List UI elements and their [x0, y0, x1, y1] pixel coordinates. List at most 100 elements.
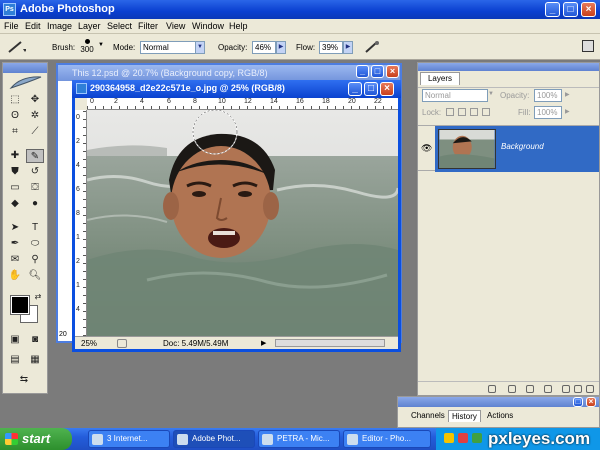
document-title-bar[interactable]: 290364958_d2e22c571e_o.jpg @ 25% (RGB/8)…: [72, 80, 401, 98]
background-document-maximize-button[interactable]: □: [371, 65, 384, 78]
tray-icon-1[interactable]: [444, 433, 454, 443]
history-brush-tool-icon[interactable]: ↺: [26, 165, 44, 179]
history-palette-minimize-button[interactable]: □: [573, 397, 583, 407]
opacity-input[interactable]: 46%: [252, 41, 276, 54]
type-tool-icon[interactable]: T: [26, 221, 44, 235]
hand-tool-icon[interactable]: ✋: [6, 269, 24, 283]
menu-help[interactable]: Help: [229, 21, 248, 31]
layer-blend-mode-select[interactable]: Normal: [422, 89, 488, 102]
brush-tool-icon[interactable]: ✎: [26, 149, 44, 163]
tab-history[interactable]: History: [448, 410, 481, 422]
paint-bucket-tool-icon[interactable]: ⛋: [26, 181, 44, 195]
status-menu-arrow-icon[interactable]: ▶: [261, 339, 266, 347]
blur-tool-icon[interactable]: ◆: [6, 197, 24, 211]
tab-actions[interactable]: Actions: [484, 410, 516, 421]
layer-row[interactable]: 👁︎ Background: [418, 125, 599, 172]
mode-dropdown-arrow-icon[interactable]: ▼: [195, 41, 205, 54]
opacity-slider-arrow-icon[interactable]: ▶: [276, 41, 286, 54]
document-window[interactable]: 290364958_d2e22c571e_o.jpg @ 25% (RGB/8)…: [72, 80, 401, 352]
airbrush-icon[interactable]: [364, 40, 380, 54]
mode-select[interactable]: Normal: [140, 41, 196, 54]
new-group-icon[interactable]: [562, 385, 570, 393]
start-button[interactable]: start: [0, 428, 72, 450]
swap-colors-icon[interactable]: ⇄: [29, 290, 47, 304]
shape-tool-icon[interactable]: ⬭: [26, 237, 44, 251]
lock-image-icon[interactable]: [458, 108, 466, 116]
move-tool-icon[interactable]: ✥: [26, 93, 44, 107]
crop-tool-icon[interactable]: ⌗: [6, 125, 24, 139]
lock-all-icon[interactable]: [482, 108, 490, 116]
maximize-button[interactable]: □: [563, 2, 578, 17]
background-document-close-button[interactable]: ×: [386, 65, 399, 78]
foreground-color-swatch[interactable]: [10, 295, 30, 315]
magic-wand-tool-icon[interactable]: ✲: [26, 109, 44, 123]
minimize-button[interactable]: _: [545, 2, 560, 17]
jump-to-imageready-icon[interactable]: ⇆: [15, 373, 33, 387]
menu-file[interactable]: File: [4, 21, 19, 31]
tab-layers[interactable]: Layers: [420, 72, 460, 85]
eyedropper-tool-icon[interactable]: ⚲: [26, 253, 44, 267]
notes-tool-icon[interactable]: ✉: [6, 253, 24, 267]
palette-well-icon[interactable]: [582, 40, 594, 52]
document-close-button[interactable]: ×: [380, 82, 394, 96]
layer-visibility-eye-icon[interactable]: 👁︎: [421, 143, 433, 155]
menu-layer[interactable]: Layer: [78, 21, 101, 31]
layer-mask-icon[interactable]: [526, 385, 534, 393]
new-layer-icon[interactable]: [574, 385, 582, 393]
menu-window[interactable]: Window: [192, 21, 224, 31]
dodge-tool-icon[interactable]: ●: [26, 197, 44, 211]
brush-dropdown-arrow-icon[interactable]: ▼: [98, 42, 104, 48]
flow-input[interactable]: 39%: [319, 41, 343, 54]
lasso-tool-icon[interactable]: ʘ: [6, 109, 24, 123]
pen-tool-icon[interactable]: ✒: [6, 237, 24, 251]
menu-image[interactable]: Image: [47, 21, 72, 31]
menu-select[interactable]: Select: [107, 21, 132, 31]
standard-mode-icon[interactable]: ▣: [6, 333, 24, 347]
background-document-minimize-button[interactable]: _: [356, 65, 369, 78]
document-maximize-button[interactable]: □: [364, 82, 378, 96]
lock-position-icon[interactable]: [470, 108, 478, 116]
screen-mode-standard-icon[interactable]: ▤: [6, 353, 24, 367]
document-minimize-button[interactable]: _: [348, 82, 362, 96]
clone-stamp-tool-icon[interactable]: ⛊: [6, 165, 24, 179]
layer-opacity-arrow-icon[interactable]: ▶: [565, 91, 570, 98]
tray-icon-2[interactable]: [458, 433, 468, 443]
path-selection-tool-icon[interactable]: ➤: [6, 221, 24, 235]
healing-brush-tool-icon[interactable]: ✚: [6, 149, 24, 163]
history-palette-close-button[interactable]: ×: [586, 397, 596, 407]
slice-tool-icon[interactable]: ⟋: [26, 125, 44, 139]
tab-channels[interactable]: Channels: [408, 410, 448, 421]
flow-slider-arrow-icon[interactable]: ▶: [343, 41, 353, 54]
brush-preset-icon[interactable]: [6, 40, 26, 54]
link-layers-icon[interactable]: [488, 385, 496, 393]
zoom-slider-icon[interactable]: [117, 339, 127, 348]
layer-opacity-input[interactable]: 100%: [534, 89, 562, 102]
blend-mode-arrow-icon[interactable]: ▼: [488, 91, 494, 97]
layer-style-icon[interactable]: [508, 385, 516, 393]
background-document-title-bar[interactable]: This 12.psd @ 20.7% (Background copy, RG…: [58, 65, 400, 81]
close-button[interactable]: ×: [581, 2, 596, 17]
layer-fill-arrow-icon[interactable]: ▶: [565, 108, 570, 115]
lock-transparent-icon[interactable]: [446, 108, 454, 116]
brush-size-picker[interactable]: 300: [80, 37, 94, 54]
layer-fill-input[interactable]: 100%: [534, 106, 562, 119]
menu-edit[interactable]: Edit: [25, 21, 41, 31]
menu-view[interactable]: View: [166, 21, 185, 31]
delete-layer-icon[interactable]: [586, 385, 594, 393]
adobe-feather-icon[interactable]: [9, 74, 43, 90]
eraser-tool-icon[interactable]: ▭: [6, 181, 24, 195]
zoom-tool-icon[interactable]: 🔍︎: [26, 269, 44, 283]
menu-filter[interactable]: Filter: [138, 21, 158, 31]
quick-mask-mode-icon[interactable]: ◙: [26, 333, 44, 347]
screen-mode-full-icon[interactable]: ▦: [26, 353, 44, 367]
ps-logo-icon[interactable]: Ps: [3, 3, 16, 16]
document-canvas[interactable]: [87, 110, 398, 336]
adjustment-layer-icon[interactable]: [544, 385, 552, 393]
tray-icon-3[interactable]: [472, 433, 482, 443]
marquee-tool-icon[interactable]: ⬚: [6, 93, 24, 107]
taskbar-item-photoshop[interactable]: Adobe Phot...: [173, 430, 255, 448]
taskbar-item-editor[interactable]: Editor - Pho...: [343, 430, 431, 448]
zoom-level[interactable]: 25%: [81, 339, 97, 348]
horizontal-scrollbar[interactable]: [275, 339, 385, 347]
taskbar-item-internet[interactable]: 3 Internet...: [88, 430, 170, 448]
